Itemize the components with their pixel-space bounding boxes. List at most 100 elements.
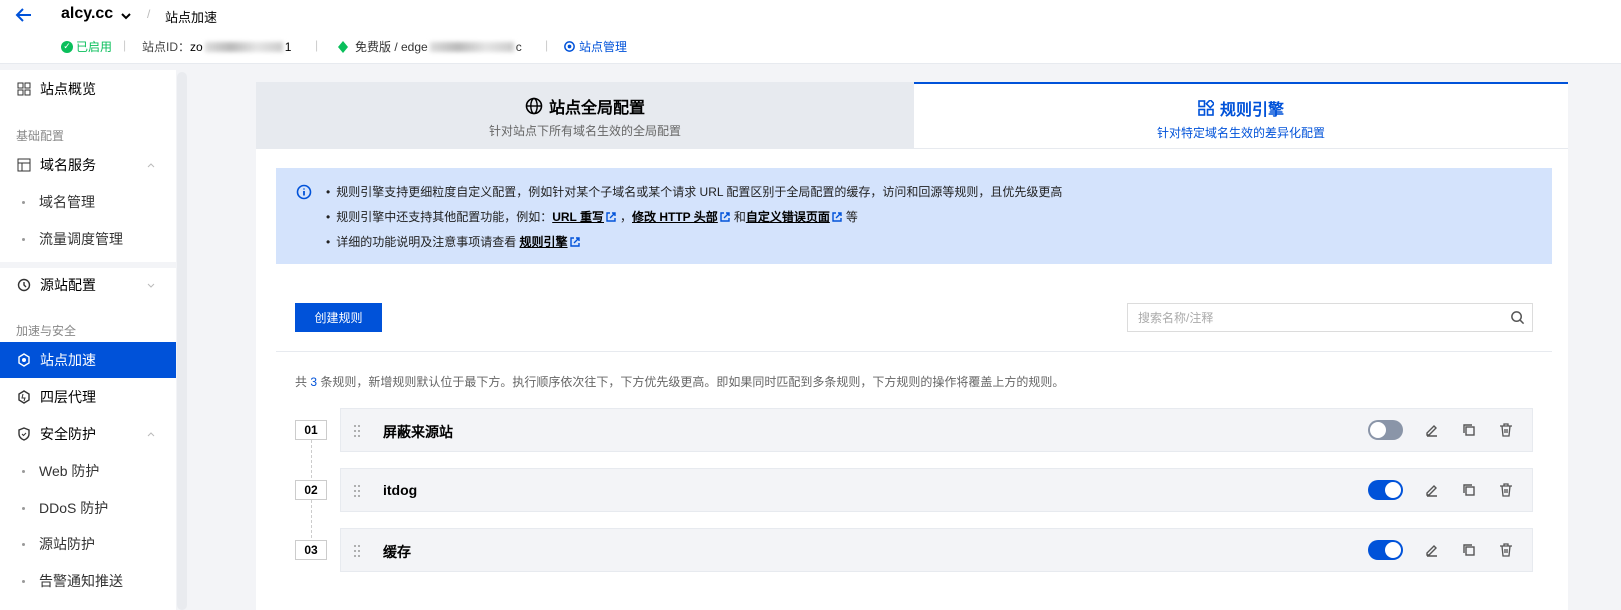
sidebar-item-ddos-protect[interactable]: DDoS 防护: [0, 491, 176, 525]
rule-index: 02: [295, 480, 327, 500]
rule-row[interactable]: itdog: [340, 468, 1533, 512]
check-circle-icon: ✓: [61, 40, 73, 53]
sidebar-item-label: 流量调度管理: [39, 231, 123, 247]
sidebar-item-label: 源站防护: [39, 536, 95, 552]
rules-engine-doc-link[interactable]: 规则引擎: [520, 235, 568, 249]
status-badge: ✓ 已启用: [61, 38, 112, 55]
plan-info: 免费版 / edge c: [336, 38, 522, 55]
plan-diamond-icon: [338, 40, 348, 53]
rule-connector: [311, 440, 312, 478]
drag-handle-icon[interactable]: [353, 544, 361, 558]
edit-icon[interactable]: [1424, 422, 1440, 438]
site-name[interactable]: alcy.cc: [61, 5, 113, 23]
rule-name: 缓存: [383, 544, 411, 560]
rule-index: 01: [295, 420, 327, 440]
edit-icon[interactable]: [1424, 542, 1440, 558]
rule-row[interactable]: 缓存: [340, 528, 1533, 572]
delete-icon[interactable]: [1498, 482, 1514, 498]
rule-name: itdog: [383, 482, 418, 498]
sidebar-item-overview[interactable]: 站点概览: [0, 71, 176, 107]
main-panel: 站点全局配置 针对站点下所有域名生效的全局配置 规则引擎 针对特定域名生效的差异…: [256, 82, 1568, 610]
tab-rules-engine[interactable]: 规则引擎 针对特定域名生效的差异化配置: [914, 82, 1568, 148]
edit-icon[interactable]: [1424, 482, 1440, 498]
site-id: 站点ID： zo 1: [142, 38, 291, 55]
chevron-up-icon: [147, 432, 155, 437]
delete-icon[interactable]: [1498, 422, 1514, 438]
domain-icon: [16, 157, 32, 173]
dashboard-icon: [16, 81, 32, 97]
external-link-icon: [720, 212, 730, 222]
sidebar-item-alert-push[interactable]: 告警通知推送: [0, 564, 176, 598]
plan-text-end: c: [515, 39, 522, 54]
sidebar-item-security[interactable]: 安全防护: [0, 416, 176, 452]
site-id-value-end: 1: [284, 39, 292, 54]
site-manage-link[interactable]: 站点管理: [563, 38, 627, 55]
sidebar-item-domain-manage[interactable]: 域名管理: [0, 185, 176, 219]
top-header: alcy.cc / 站点加速 ✓ 已启用 | 站点ID： zo 1 | 免费版 …: [0, 0, 1621, 64]
create-rule-button[interactable]: 创建规则: [295, 303, 382, 332]
globe-icon: [525, 97, 543, 115]
notice-text: ，: [620, 210, 633, 224]
notice-line: 规则引擎中还支持其他配置功能，例如：URL 重写 ，修改 HTTP 头部 和自定义错…: [326, 208, 858, 225]
toolbar-divider: [276, 351, 1552, 352]
chevron-down-icon[interactable]: [120, 10, 132, 22]
sidebar-item-label: Web 防护: [39, 463, 100, 479]
copy-icon[interactable]: [1461, 422, 1477, 438]
back-arrow-icon[interactable]: [14, 5, 34, 25]
sidebar-item-traffic-schedule[interactable]: 流量调度管理: [0, 222, 176, 256]
rule-index: 03: [295, 540, 327, 560]
error-page-link[interactable]: 自定义错误页面: [746, 210, 830, 224]
site-id-value-start: zo: [190, 39, 203, 54]
http-header-link[interactable]: 修改 HTTP 头部: [632, 210, 718, 224]
tab-global-config[interactable]: 站点全局配置 针对站点下所有域名生效的全局配置: [256, 82, 914, 148]
summary-text: 共: [295, 375, 311, 389]
summary-text: 条规则，新增规则默认位于最下方。执行顺序依次往下，下方优先级更高。即如果同时匹配…: [317, 375, 1065, 389]
site-id-label: 站点ID：: [142, 40, 191, 54]
sidebar-item-label: DDoS 防护: [39, 500, 109, 516]
search-box: [1127, 303, 1533, 332]
tab-title: 站点全局配置: [548, 100, 645, 117]
drag-handle-icon[interactable]: [353, 424, 361, 438]
section-basic-config: 基础配置: [16, 129, 65, 143]
external-link-icon: [606, 212, 616, 222]
meta-separator: |: [315, 38, 319, 52]
sidebar-item-origin-protect[interactable]: 源站防护: [0, 527, 176, 561]
sidebar: 站点概览 基础配置 域名服务 域名管理 流量调度管理 源站配置 加速与安全 站点…: [0, 70, 176, 610]
external-link-icon: [832, 212, 842, 222]
sidebar-item-site-accel[interactable]: 站点加速: [0, 342, 176, 378]
delete-icon[interactable]: [1498, 542, 1514, 558]
rule-name: 屏蔽来源站: [383, 424, 453, 440]
tab-subtitle: 针对站点下所有域名生效的全局配置: [488, 124, 681, 138]
history-icon: [16, 277, 32, 293]
notice-text: 等: [845, 210, 858, 224]
notice-text: 详细的功能说明及注意事项请查看: [336, 235, 520, 249]
proxy-icon: [16, 389, 32, 405]
sidebar-item-l4-proxy[interactable]: 四层代理: [0, 379, 176, 415]
copy-icon[interactable]: [1461, 482, 1477, 498]
rule-enable-toggle[interactable]: [1368, 480, 1403, 500]
url-rewrite-link[interactable]: URL 重写: [552, 210, 604, 224]
redacted-mask: [429, 41, 514, 52]
copy-icon[interactable]: [1461, 542, 1477, 558]
search-input[interactable]: [1128, 304, 1498, 331]
rule-enable-toggle[interactable]: [1368, 420, 1403, 440]
redacted-mask: [204, 41, 283, 52]
rule-enable-toggle[interactable]: [1368, 540, 1403, 560]
chevron-down-icon: [147, 283, 155, 288]
sidebar-scrollbar[interactable]: [177, 72, 187, 610]
sidebar-item-label: 四层代理: [40, 389, 96, 405]
tab-divider: [256, 148, 1568, 149]
search-icon[interactable]: [1510, 310, 1525, 325]
shield-icon: [16, 426, 32, 442]
sidebar-item-domain-service[interactable]: 域名服务: [0, 147, 176, 183]
sidebar-item-origin-config[interactable]: 源站配置: [0, 267, 176, 303]
tab-title: 规则引擎: [1219, 102, 1284, 119]
gear-icon: [564, 41, 575, 52]
sidebar-item-label: 站点加速: [40, 352, 96, 368]
sidebar-item-web-protect[interactable]: Web 防护: [0, 454, 176, 488]
drag-handle-icon[interactable]: [353, 484, 361, 498]
sidebar-item-label: 站点概览: [40, 81, 96, 97]
rule-row[interactable]: 屏蔽来源站: [340, 408, 1533, 452]
notice-line: 详细的功能说明及注意事项请查看 规则引擎: [326, 233, 584, 250]
rule-connector: [311, 500, 312, 538]
